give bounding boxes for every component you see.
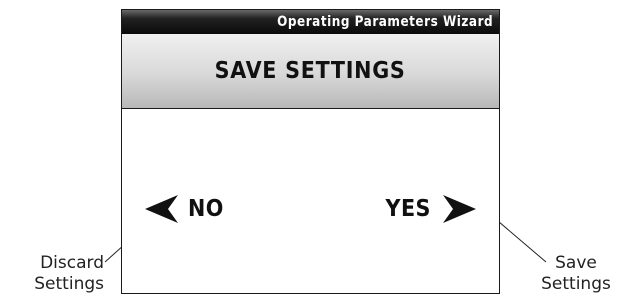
yes-label-text: YES bbox=[385, 196, 431, 222]
page-heading: SAVE SETTINGS bbox=[122, 34, 499, 108]
annotation-discard-settings: Discard Settings bbox=[4, 253, 104, 295]
yes-button[interactable]: YES bbox=[383, 192, 477, 226]
annotation-discard-line1: Discard bbox=[40, 253, 104, 273]
device-screen: Operating Parameters Wizard SAVE SETTING… bbox=[121, 9, 500, 294]
annotation-save-line1: Save bbox=[555, 253, 597, 273]
annotation-save-settings: Save Settings bbox=[532, 253, 620, 295]
annotation-discard-line2: Settings bbox=[34, 274, 104, 294]
no-button[interactable]: NO bbox=[144, 192, 226, 226]
heading-band: SAVE SETTINGS bbox=[122, 34, 499, 109]
title-bar: Operating Parameters Wizard bbox=[122, 10, 499, 34]
no-label-text: NO bbox=[187, 196, 224, 222]
annotation-save-line2: Settings bbox=[541, 274, 611, 294]
window-title: Operating Parameters Wizard bbox=[277, 14, 493, 30]
arrow-left-icon bbox=[144, 194, 180, 224]
no-label: NO bbox=[186, 196, 226, 222]
arrow-right-icon bbox=[441, 194, 477, 224]
page-heading-label: SAVE SETTINGS bbox=[215, 58, 406, 84]
yes-label: YES bbox=[383, 196, 433, 222]
